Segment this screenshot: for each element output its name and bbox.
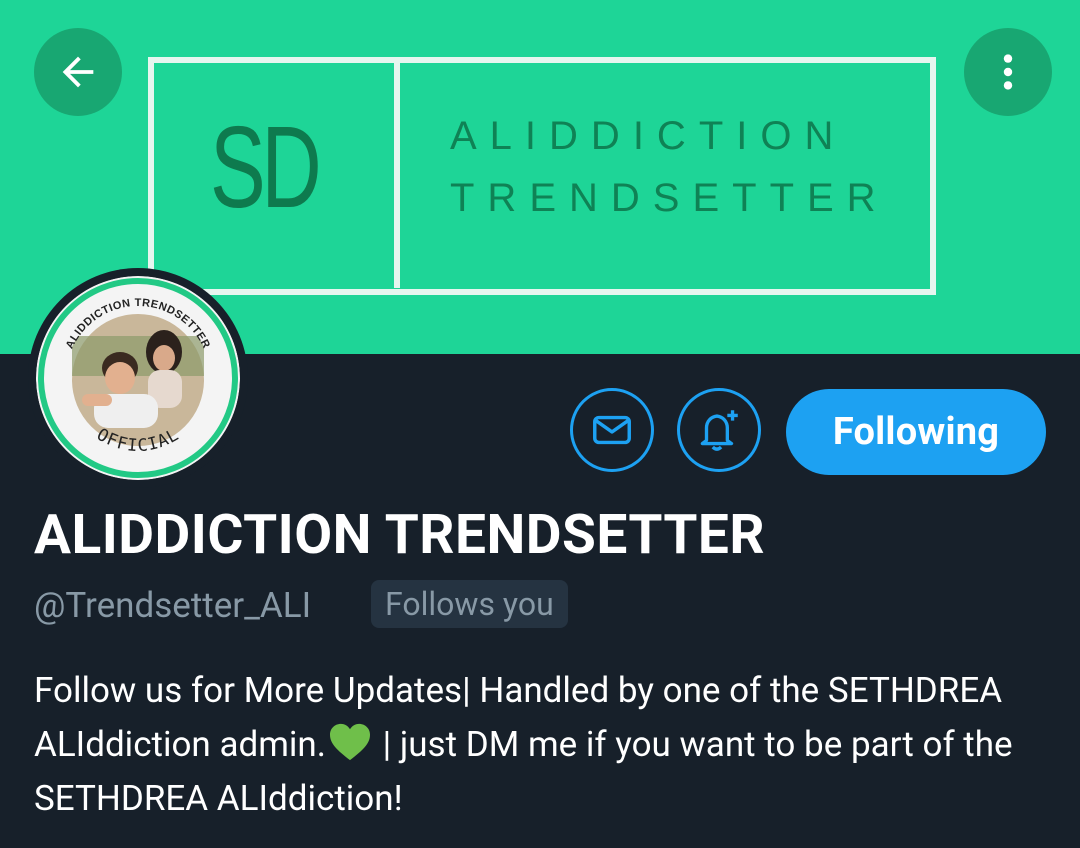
profile-handle: @Trendsetter_ALI: [34, 585, 312, 626]
follows-you-badge: Follows you: [371, 580, 568, 628]
avatar-image: ALIDDICTION TRENDSETTER OFFICIAL: [36, 276, 240, 480]
notifications-button[interactable]: [677, 388, 761, 472]
more-vertical-icon: [1003, 54, 1013, 90]
profile-screen: SD ALIDDICTION TRENDSETTER ALIDDICTION T…: [0, 0, 1080, 848]
banner-logo-initials: SD: [210, 102, 322, 232]
banner-title-line1: ALIDDICTION: [450, 114, 847, 158]
more-options-button[interactable]: [964, 28, 1052, 116]
following-button[interactable]: Following: [786, 389, 1046, 475]
bell-plus-icon: [700, 410, 738, 451]
arrow-left-icon: [62, 56, 94, 88]
message-button[interactable]: [570, 388, 654, 472]
green-heart-icon: [329, 723, 370, 761]
banner-divider: [394, 60, 400, 288]
back-button[interactable]: [34, 28, 122, 116]
display-name: ALIDDICTION TRENDSETTER: [34, 503, 766, 567]
profile-bio: Follow us for More Updates| Handled by o…: [34, 664, 1054, 826]
avatar[interactable]: ALIDDICTION TRENDSETTER OFFICIAL: [36, 276, 240, 480]
banner-title-line2: TRENDSETTER: [450, 176, 889, 220]
mail-icon: [593, 415, 631, 445]
